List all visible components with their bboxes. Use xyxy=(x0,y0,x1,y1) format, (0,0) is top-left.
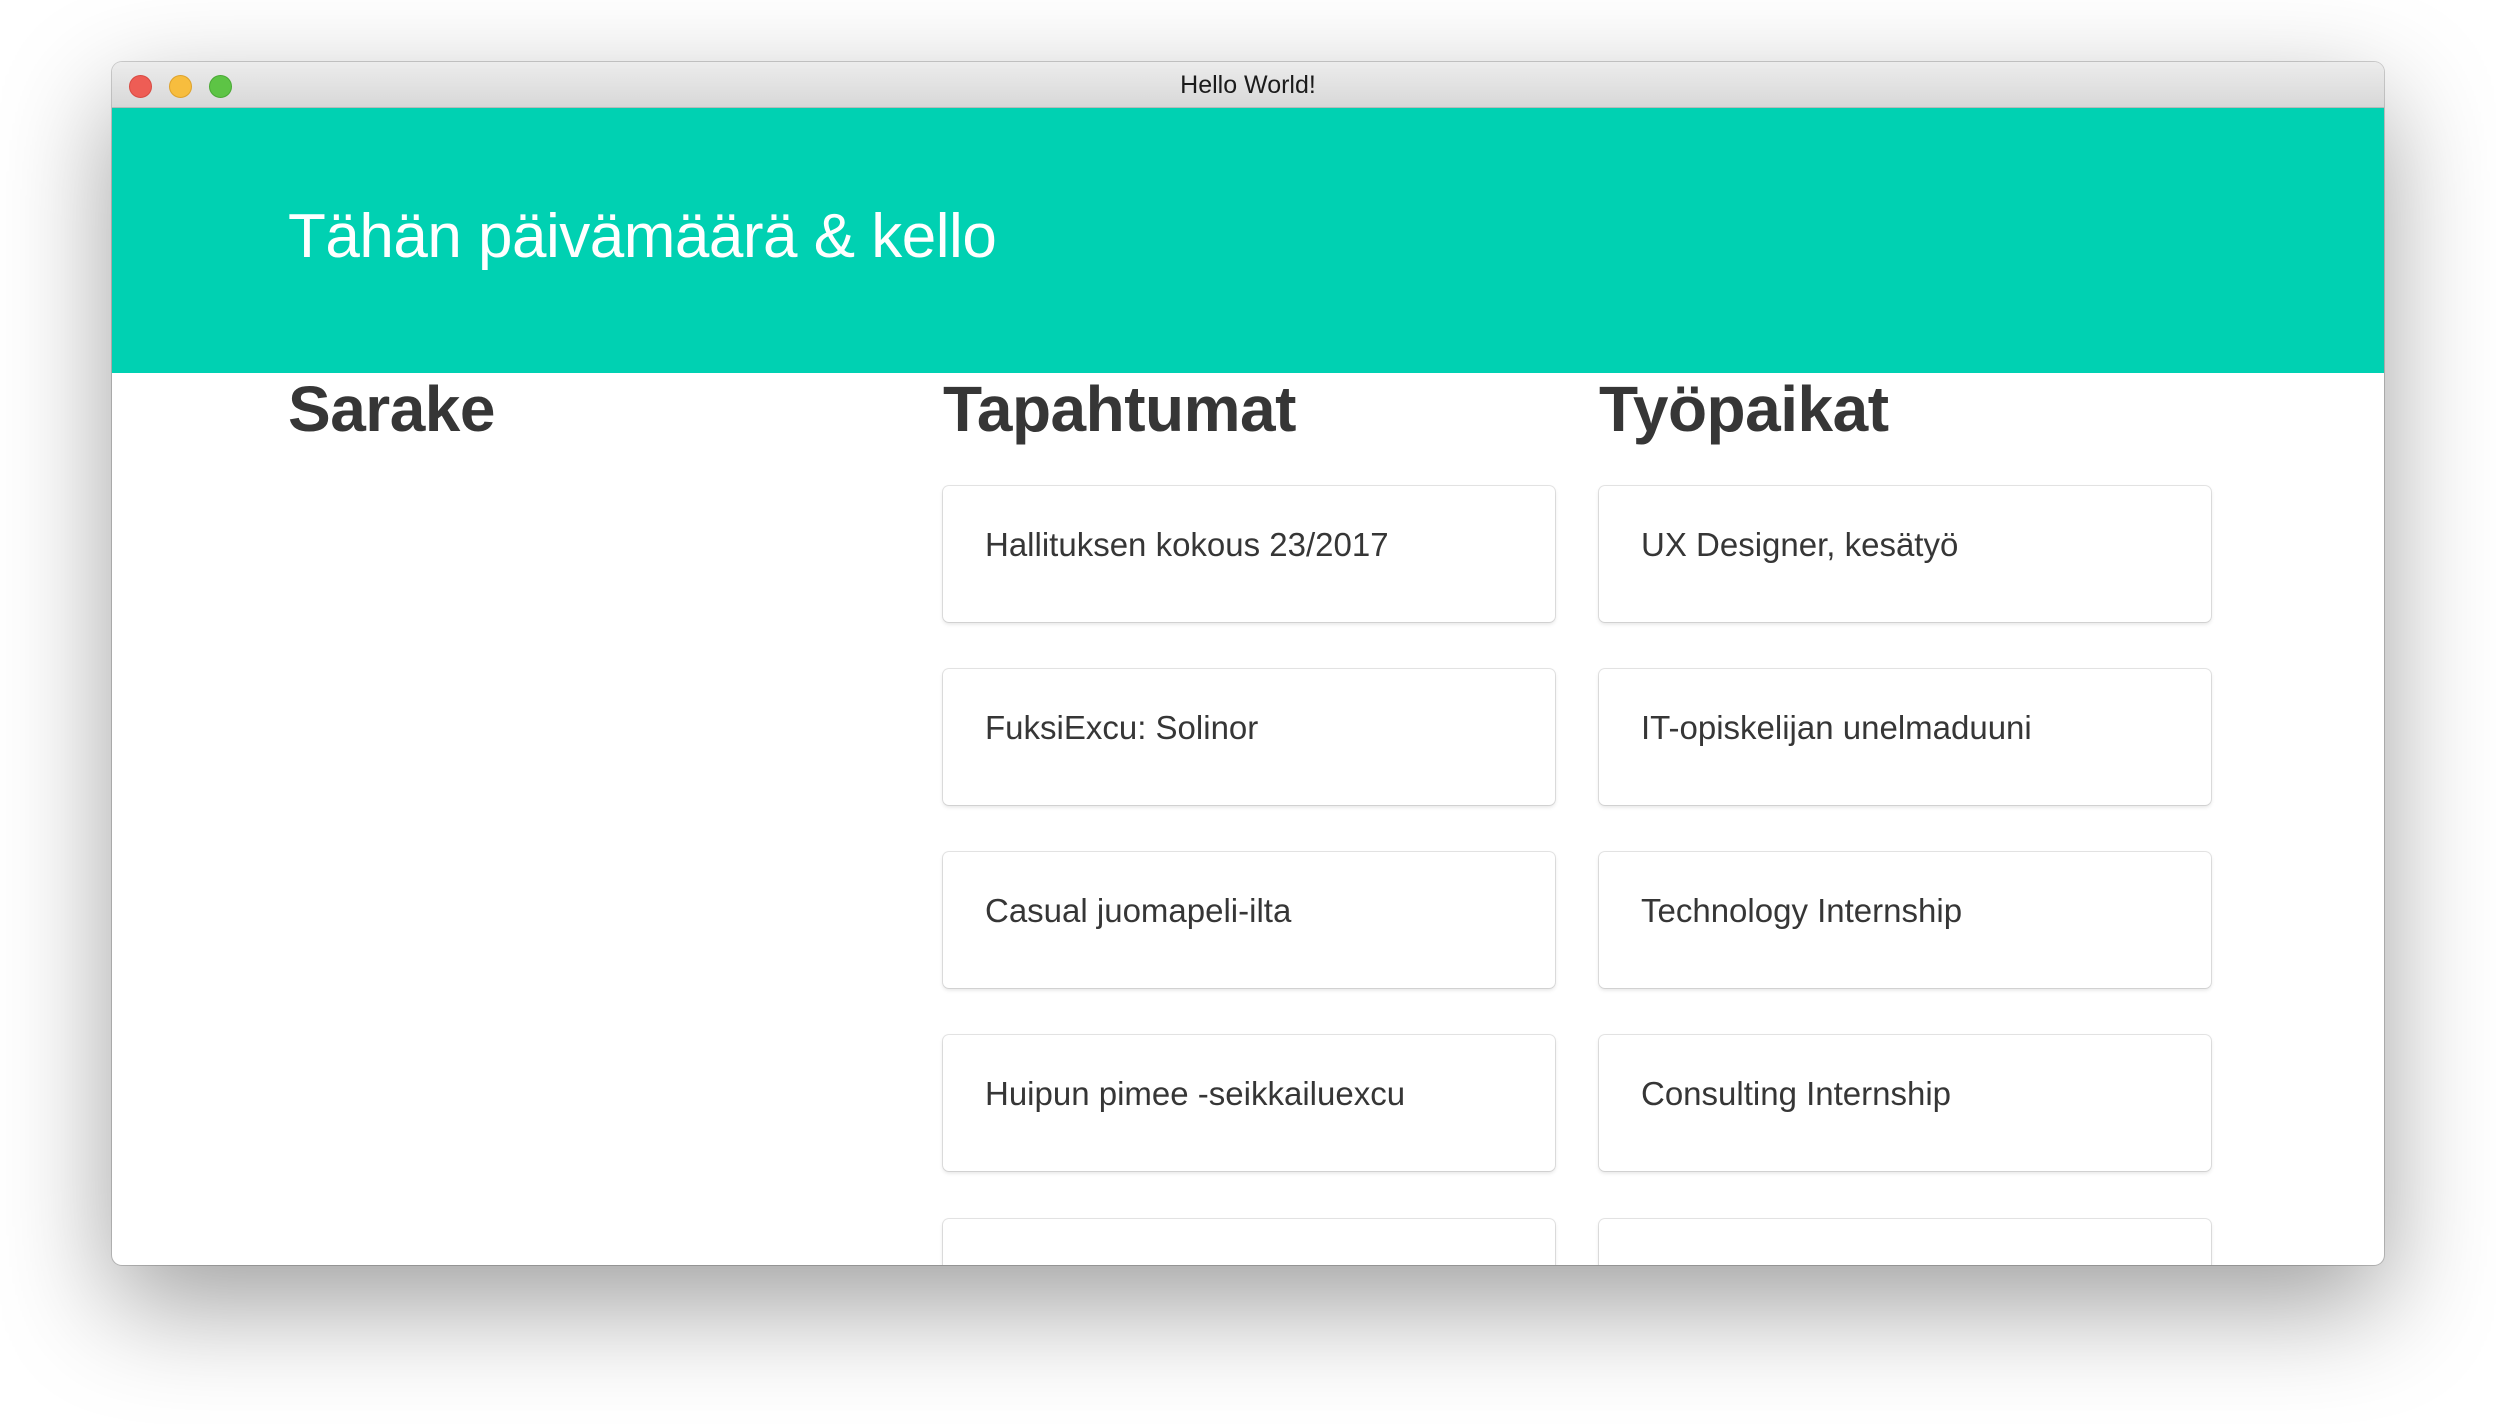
event-card-title: Hallituksen kokous 23/2017 xyxy=(985,526,1389,563)
job-card[interactable]: IT-opiskelijan unelmaduuni xyxy=(1599,669,2211,805)
column-heading-tapahtumat: Tapahtumat xyxy=(943,373,1296,445)
job-card-partial[interactable] xyxy=(1599,1219,2211,1265)
job-card[interactable]: Consulting Internship xyxy=(1599,1035,2211,1171)
event-card-title: FuksiExcu: Solinor xyxy=(985,709,1259,746)
main-content: Sarake Tapahtumat Hallituksen kokous 23/… xyxy=(112,373,2384,1265)
window-titlebar[interactable]: Hello World! xyxy=(112,62,2384,108)
app-window: Hello World! Tähän päivämäärä & kello Sa… xyxy=(112,62,2384,1265)
event-card[interactable]: FuksiExcu: Solinor xyxy=(943,669,1555,805)
column-heading-sarake: Sarake xyxy=(288,373,495,445)
desktop-background: Hello World! Tähän päivämäärä & kello Sa… xyxy=(0,0,2496,1424)
hero-title: Tähän päivämäärä & kello xyxy=(288,202,997,271)
column-tapahtumat: Tapahtumat Hallituksen kokous 23/2017 Fu… xyxy=(943,373,1563,1265)
job-card-title: UX Designer, kesätyö xyxy=(1641,526,1959,563)
hero-banner: Tähän päivämäärä & kello xyxy=(112,108,2384,373)
event-card-title: Huipun pimee -seikkailuexcu xyxy=(985,1075,1406,1112)
job-card-title: IT-opiskelijan unelmaduuni xyxy=(1641,709,2032,746)
column-heading-tyopaikat: Työpaikat xyxy=(1599,373,1889,445)
event-card-partial[interactable] xyxy=(943,1219,1555,1265)
event-card-title: Casual juomapeli-ilta xyxy=(985,892,1292,929)
column-sarake: Sarake xyxy=(288,373,908,445)
event-card[interactable]: Casual juomapeli-ilta xyxy=(943,852,1555,988)
event-card[interactable]: Hallituksen kokous 23/2017 xyxy=(943,486,1555,622)
window-title: Hello World! xyxy=(1180,71,1316,99)
job-card[interactable]: Technology Internship xyxy=(1599,852,2211,988)
event-card[interactable]: Huipun pimee -seikkailuexcu xyxy=(943,1035,1555,1171)
job-card[interactable]: UX Designer, kesätyö xyxy=(1599,486,2211,622)
job-card-title: Consulting Internship xyxy=(1641,1075,1952,1112)
column-tyopaikat: Työpaikat UX Designer, kesätyö IT-opiske… xyxy=(1599,373,2219,1265)
job-card-title: Technology Internship xyxy=(1641,892,1963,929)
